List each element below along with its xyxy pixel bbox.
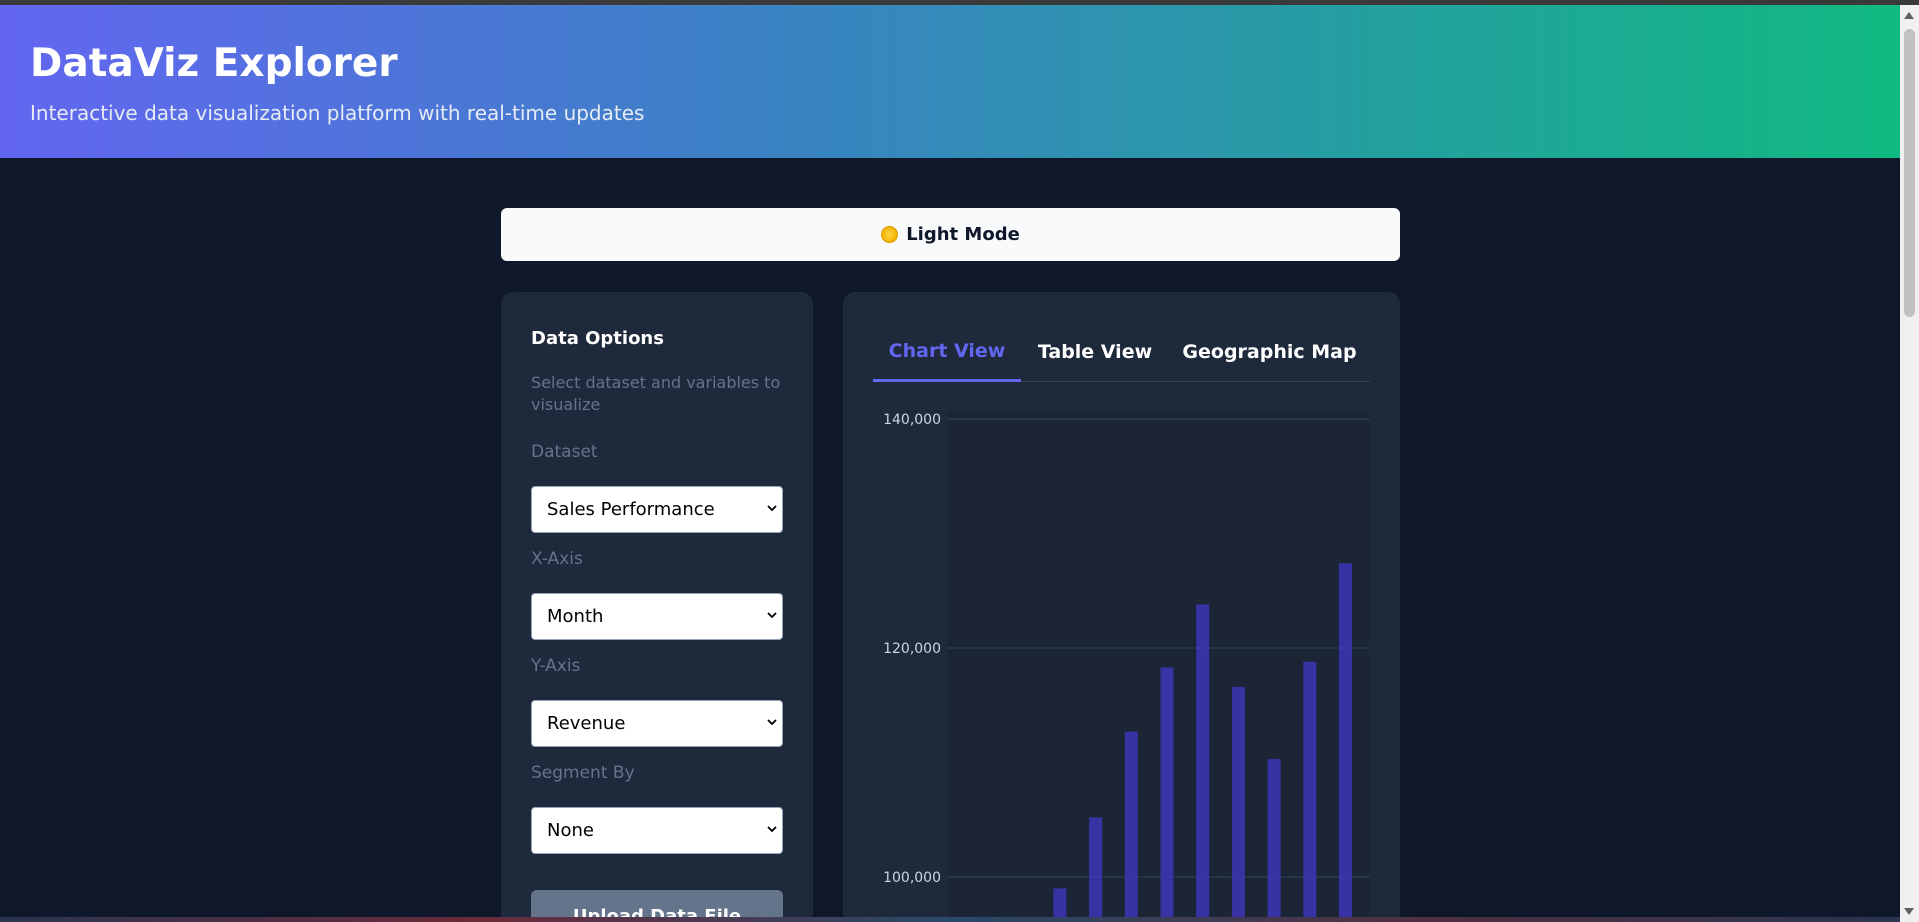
app-subtitle: Interactive data visualization platform …	[30, 101, 645, 125]
y-tick-label: 100,000	[883, 870, 941, 886]
chart-bar[interactable]	[1053, 888, 1067, 917]
segment-select[interactable]: None	[531, 807, 783, 854]
chart-bar[interactable]	[1124, 731, 1138, 917]
segment-label: Segment By	[531, 763, 635, 783]
chevron-down-icon	[767, 826, 777, 833]
chart-bar[interactable]	[1339, 563, 1352, 917]
data-options-title: Data Options	[531, 328, 664, 349]
taskbar-strip	[0, 917, 1900, 922]
yaxis-label: Y-Axis	[531, 656, 581, 676]
visualization-panel: Chart View Table View Geographic Map 140…	[843, 292, 1400, 917]
theme-toggle-button[interactable]: Light Mode	[501, 208, 1400, 261]
chart-bar[interactable]	[1303, 661, 1317, 917]
chart-bar[interactable]	[1089, 817, 1103, 917]
dataset-label: Dataset	[531, 442, 598, 462]
xaxis-select-value: Month	[547, 606, 604, 627]
chevron-down-icon	[767, 612, 777, 619]
xaxis-select[interactable]: Month	[531, 593, 783, 640]
app-header: DataViz Explorer Interactive data visual…	[0, 5, 1900, 158]
chevron-down-icon	[767, 505, 777, 512]
chevron-down-icon	[767, 719, 777, 726]
scrollbar-thumb[interactable]	[1904, 29, 1915, 317]
chart-bar[interactable]	[1196, 604, 1210, 917]
data-options-description: Select dataset and variables to visualiz…	[531, 373, 781, 414]
chart-bar[interactable]	[1267, 759, 1281, 917]
dataset-select[interactable]: Sales Performance	[531, 486, 783, 533]
sun-icon	[881, 226, 899, 243]
scroll-down-arrow-icon[interactable]	[1904, 908, 1914, 915]
yaxis-select-value: Revenue	[547, 713, 626, 734]
y-tick-label: 140,000	[883, 412, 941, 428]
y-tick-label: 120,000	[883, 641, 941, 657]
xaxis-label: X-Axis	[531, 549, 583, 569]
upload-data-button[interactable]: Upload Data File	[531, 890, 783, 917]
data-options-panel: Data Options Select dataset and variable…	[501, 292, 813, 917]
app-title: DataViz Explorer	[30, 41, 398, 86]
revenue-bar-chart: 140,000 120,000 100,000	[883, 412, 1370, 917]
scroll-up-arrow-icon[interactable]	[1904, 12, 1914, 19]
yaxis-select[interactable]: Revenue	[531, 700, 783, 747]
page: DataViz Explorer Interactive data visual…	[0, 5, 1900, 917]
vertical-scrollbar[interactable]	[1900, 5, 1919, 922]
chart-bar[interactable]	[1160, 667, 1174, 917]
theme-toggle-label: Light Mode	[906, 224, 1020, 245]
segment-select-value: None	[547, 820, 594, 841]
dataset-select-value: Sales Performance	[547, 499, 715, 520]
chart-bar[interactable]	[1231, 686, 1245, 917]
